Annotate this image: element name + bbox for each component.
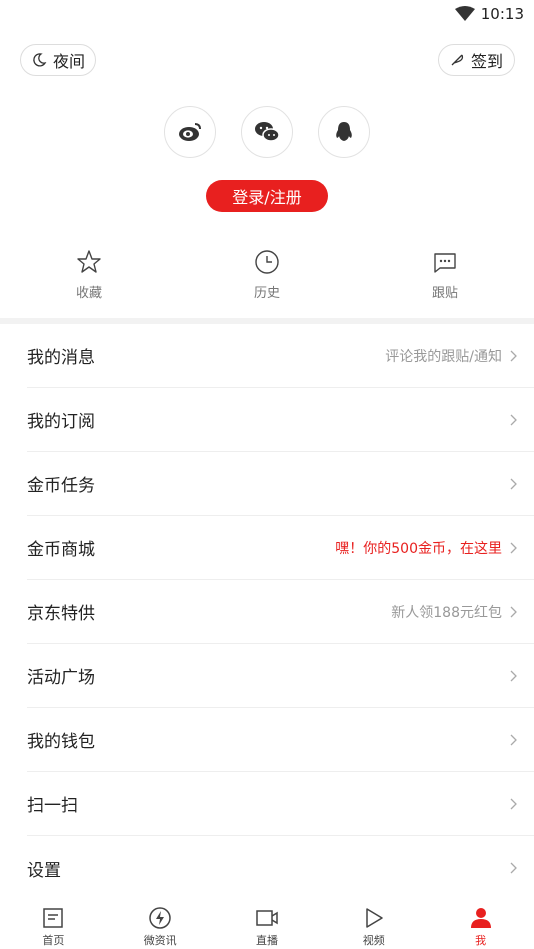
home-icon (43, 908, 64, 928)
star-icon (77, 250, 101, 273)
shortcut-history[interactable]: 历史 (222, 248, 312, 301)
shortcut-history-label: 历史 (253, 286, 280, 301)
chevron-right-icon (510, 606, 517, 617)
menu-title: 我的订阅 (27, 412, 95, 432)
menu-my-messages[interactable]: 我的消息 评论我的跟贴/通知 (27, 324, 534, 388)
shortcut-row: 收藏 历史 跟贴 (0, 248, 534, 308)
chevron-right-icon (510, 734, 517, 745)
menu-title: 活动广场 (27, 668, 95, 688)
tab-label: 视频 (362, 934, 385, 947)
menu-extra: 评论我的跟贴/通知 (385, 348, 502, 365)
menu-my-subscriptions[interactable]: 我的订阅 (27, 388, 534, 452)
tab-label: 我 (475, 934, 487, 947)
menu-title: 设置 (27, 860, 61, 881)
play-icon (366, 908, 383, 928)
menu-my-wallet[interactable]: 我的钱包 (27, 708, 534, 772)
sign-in-button[interactable]: 签到 (438, 44, 515, 76)
night-mode-label: 夜间 (53, 52, 86, 71)
menu-jd-special[interactable]: 京东特供 新人领188元红包 (27, 580, 534, 644)
menu-title: 京东特供 (27, 604, 95, 624)
chevron-right-icon (510, 862, 517, 874)
chevron-right-icon (510, 350, 517, 361)
qq-login-button[interactable] (318, 106, 370, 158)
shortcut-comments-label: 跟贴 (431, 286, 458, 301)
shortcut-favorites-label: 收藏 (75, 286, 102, 301)
wifi-icon (454, 6, 475, 21)
clock-icon (255, 250, 279, 274)
shortcut-comments[interactable]: 跟贴 (400, 248, 490, 301)
user-icon (470, 908, 491, 928)
lightning-icon (149, 907, 171, 929)
bottom-tab-bar: 首页 微资讯 直播 视频 我 (0, 898, 534, 949)
tab-video[interactable]: 视频 (320, 898, 427, 949)
tab-live[interactable]: 直播 (214, 898, 321, 949)
tab-me[interactable]: 我 (427, 898, 534, 949)
menu-title: 我的钱包 (27, 732, 95, 752)
chevron-right-icon (510, 542, 517, 553)
feather-icon (451, 54, 464, 66)
qq-icon (336, 122, 352, 141)
menu-activity-square[interactable]: 活动广场 (27, 644, 534, 708)
live-camera-icon (256, 910, 278, 926)
night-mode-button[interactable]: 夜间 (20, 44, 96, 76)
comment-icon (434, 253, 456, 273)
tab-label: 微资讯 (143, 934, 177, 947)
menu-title: 扫一扫 (27, 796, 78, 816)
tab-label: 首页 (42, 934, 65, 947)
weibo-icon (179, 123, 201, 141)
status-bar: 10:13 (0, 0, 534, 28)
status-right: 10:13 (454, 5, 524, 23)
tab-home[interactable]: 首页 (0, 898, 107, 949)
weibo-login-button[interactable] (164, 106, 216, 158)
menu-title: 金币商城 (27, 540, 95, 560)
login-register-button[interactable]: 登录/注册 (206, 180, 328, 212)
tab-label: 直播 (255, 934, 278, 947)
menu-scan[interactable]: 扫一扫 (27, 772, 534, 836)
chevron-right-icon (510, 670, 517, 681)
menu-coin-mall[interactable]: 金币商城 嘿！你的500金币，在这里 (27, 516, 534, 580)
menu-title: 金币任务 (27, 476, 95, 496)
tab-micro-news[interactable]: 微资讯 (107, 898, 214, 949)
shortcut-favorites[interactable]: 收藏 (44, 248, 134, 301)
chevron-right-icon (510, 798, 517, 809)
sign-in-label: 签到 (471, 52, 504, 71)
moon-icon (33, 53, 47, 67)
wechat-login-button[interactable] (241, 106, 293, 158)
menu-settings[interactable]: 设置 (27, 836, 534, 900)
status-time: 10:13 (480, 5, 524, 23)
menu-extra: 新人领188元红包 (391, 604, 502, 621)
menu-extra: 嘿！你的500金币，在这里 (335, 540, 502, 557)
chevron-right-icon (510, 478, 517, 489)
settings-menu: 我的消息 评论我的跟贴/通知 我的订阅 金币任务 金币商城 嘿！你的500金币，… (0, 324, 534, 900)
chevron-right-icon (510, 414, 517, 425)
wechat-icon (255, 122, 280, 142)
menu-coin-tasks[interactable]: 金币任务 (27, 452, 534, 516)
social-login-row (0, 106, 534, 158)
menu-title: 我的消息 (27, 348, 95, 368)
